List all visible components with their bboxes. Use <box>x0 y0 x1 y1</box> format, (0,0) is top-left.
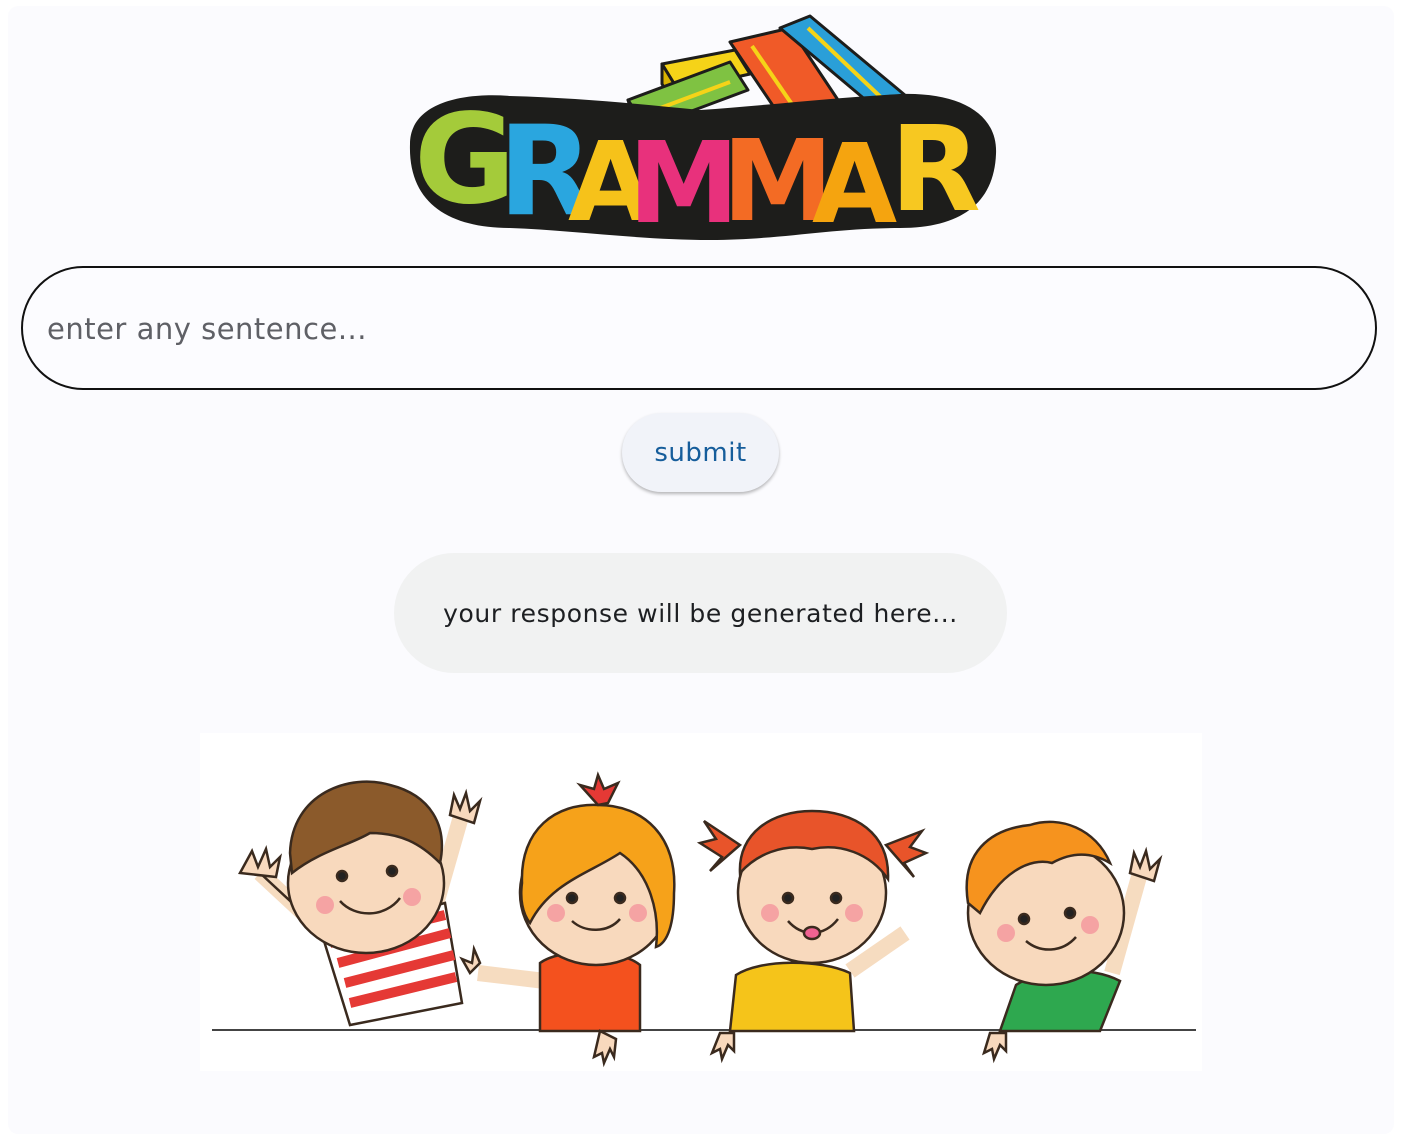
submit-button[interactable]: submit <box>622 413 779 492</box>
logo-letter: R <box>890 100 981 238</box>
girl-pigtails-icon <box>696 809 930 1064</box>
kids-illustration <box>200 733 1202 1071</box>
logo-letter: A <box>812 120 897 246</box>
boy-green-shirt-icon <box>965 820 1163 1064</box>
sentence-input-container <box>21 266 1377 390</box>
waving-kids-icon <box>212 771 1196 1068</box>
grammar-logo-image: G R A M M A R <box>409 14 997 249</box>
girl-orange-hair-icon <box>459 771 676 1068</box>
grammar-logo: G R A M M A R <box>400 14 1002 249</box>
response-text: your response will be generated here... <box>443 598 958 628</box>
sentence-input[interactable] <box>45 268 1349 390</box>
response-output: your response will be generated here... <box>394 553 1007 673</box>
boy-striped-shirt-icon <box>238 780 483 1027</box>
